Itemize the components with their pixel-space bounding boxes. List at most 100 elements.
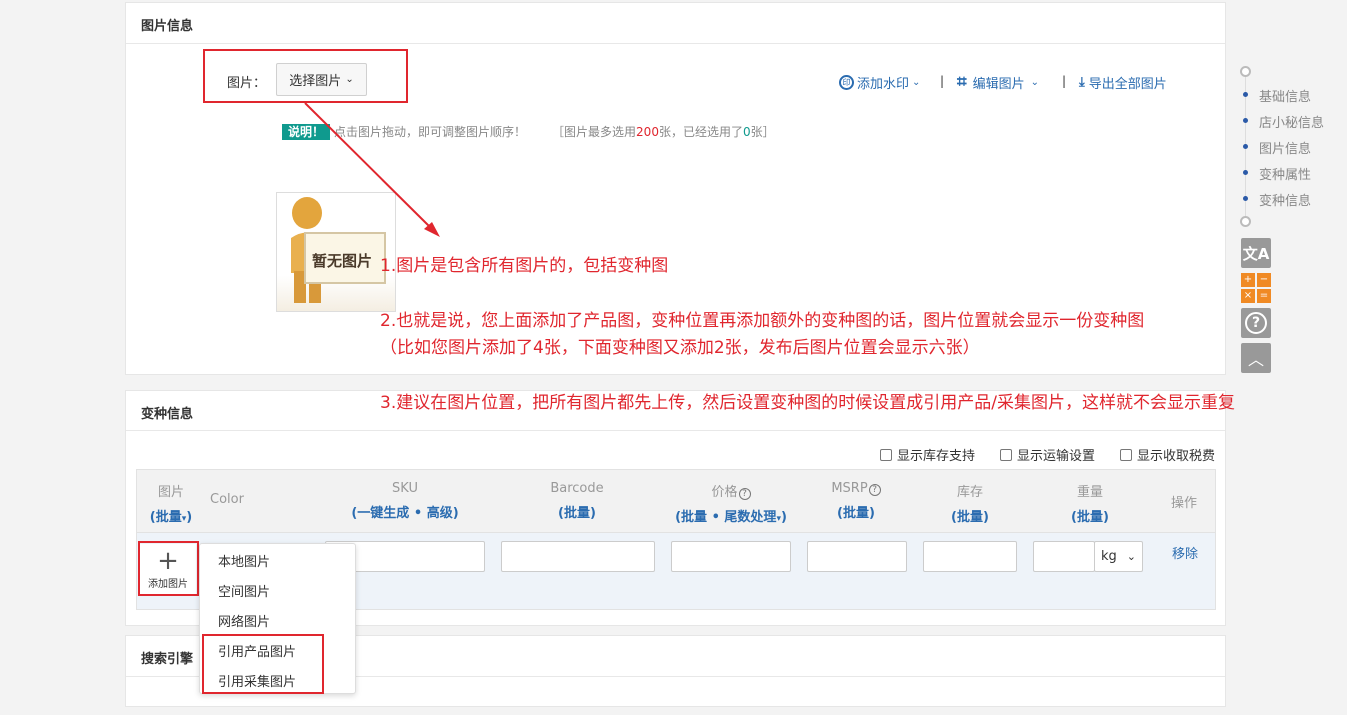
header-msrp-batch[interactable]: (批量) [816, 502, 896, 521]
help-circle-icon[interactable]: ? [738, 488, 751, 500]
show-shipping-settings-checkbox[interactable]: 显示运输设置 [1000, 445, 1095, 464]
checkbox-box [1000, 448, 1012, 461]
header-price-label-wrap: 价格? [711, 485, 751, 500]
header-msrp-label-wrap: MSRP? [831, 481, 881, 496]
show-tax-label: 显示收取税费 [1137, 449, 1216, 464]
show-tax-checkbox[interactable]: 显示收取税费 [1120, 445, 1215, 464]
chevron-down-icon: ⌄ [1030, 76, 1039, 88]
edit-images-label: 编辑图片 [972, 76, 1025, 92]
edit-images-button[interactable]: ⌗ 编辑图片 ⌄ [957, 72, 1039, 92]
one-click-generate-link[interactable]: 一键生成 [357, 506, 409, 521]
variant-info-title: 变种信息 [141, 407, 194, 422]
tail-number-link[interactable]: 尾数处理 [724, 510, 776, 525]
side-nav-image-info[interactable]: 图片信息 [1259, 138, 1311, 157]
annotation-line-2: 2.也就是说，您上面添加了产品图，变种位置再添加额外的变种图的话，图片位置就会显… [380, 311, 1145, 331]
header-weight-batch[interactable]: (批量) [1050, 506, 1130, 525]
image-info-title: 图片信息 [141, 19, 194, 34]
add-watermark-label: 添加水印 [857, 77, 910, 92]
no-image-text: 暂无图片 [312, 252, 373, 270]
header-image: 图片 (批量▾) [140, 481, 202, 525]
limit-text: ［图片最多选用200张，已经选用了0张］ [552, 123, 775, 140]
annotation-line-1: 1.图片是包含所有图片的，包括变种图 [380, 256, 669, 276]
header-stock-label: 库存 [956, 485, 983, 500]
crop-icon: ⌗ [957, 72, 967, 92]
barcode-input[interactable] [501, 541, 655, 572]
batch-link[interactable]: 批量 [156, 510, 182, 525]
download-icon: ⤓ [1079, 75, 1085, 90]
header-sku-label: SKU [392, 481, 418, 496]
help-icon[interactable]: ? [1241, 308, 1271, 338]
header-stock-batch[interactable]: (批量) [930, 506, 1010, 525]
limit-middle: 张，已经选用了 [658, 125, 743, 139]
header-barcode-label: Barcode [550, 481, 604, 496]
back-to-top-icon[interactable]: ︿ [1241, 343, 1271, 373]
header-sku-actions: (一键生成 • 高级) [351, 506, 459, 521]
weight-unit-select[interactable]: kg ⌄ [1094, 541, 1143, 572]
header-color: Color [210, 492, 244, 507]
header-image-label: 图片 [157, 485, 184, 500]
batch-link[interactable]: 批量 [1077, 510, 1103, 525]
side-nav-variant-attributes[interactable]: 变种属性 [1259, 164, 1311, 183]
translate-icon[interactable]: 文A [1241, 238, 1271, 268]
limit-used: 0 [742, 125, 751, 139]
header-image-batch[interactable]: (批量▾) [140, 506, 202, 525]
annotation-line-3: （比如您图片添加了4张，下面变种图又添加2张，发布后图片位置会显示六张） [380, 338, 980, 358]
remove-link[interactable]: 移除 [1172, 543, 1198, 562]
show-stock-support-checkbox[interactable]: 显示库存支持 [880, 445, 975, 464]
msrp-input[interactable] [807, 541, 907, 572]
highlight-add-image [138, 541, 199, 596]
side-nav-dot [1243, 170, 1248, 175]
side-nav-variant-info[interactable]: 变种信息 [1259, 190, 1311, 209]
header-barcode: Barcode (批量) [537, 481, 617, 521]
seo-title: 搜索引擎 [141, 652, 194, 667]
help-circle-icon[interactable]: ? [868, 484, 881, 496]
checkbox-box [880, 448, 892, 461]
price-input[interactable] [671, 541, 791, 572]
header-price-label: 价格 [711, 485, 738, 500]
weight-unit-value: kg [1101, 549, 1117, 564]
add-watermark-button[interactable]: 印 添加水印 ⌄ [839, 73, 920, 92]
watermark-icon: 印 [839, 75, 854, 90]
calculator-icon[interactable]: + − × = [1241, 273, 1271, 303]
header-price: 价格? (批量 • 尾数处理▾) [670, 481, 792, 525]
highlight-select-image [203, 49, 408, 103]
checkbox-box [1120, 448, 1132, 461]
side-nav-dot [1243, 92, 1248, 97]
limit-max: 200 [636, 125, 659, 139]
batch-link[interactable]: 批量 [564, 506, 590, 521]
chevron-down-icon: ⌄ [1126, 550, 1136, 563]
header-barcode-batch[interactable]: (批量) [537, 502, 617, 521]
highlight-reference-options [202, 634, 324, 694]
note-text: 点击图片拖动，即可调整图片顺序！ [334, 125, 527, 139]
header-msrp-label: MSRP [831, 481, 868, 496]
weight-input[interactable] [1033, 541, 1095, 572]
divider [126, 43, 1225, 44]
note-line: 说明！ 点击图片拖动，即可调整图片顺序！ ［图片最多选用200张，已经选用了0张… [282, 123, 775, 140]
toolbar-separator: | [940, 74, 945, 88]
header-price-actions: (批量 • 尾数处理▾) [675, 510, 787, 525]
batch-link[interactable]: 批量 [843, 506, 869, 521]
caret-down-icon: ▾ [776, 514, 781, 524]
side-nav-dot [1243, 144, 1248, 149]
divider [126, 430, 1225, 431]
header-weight: 重量 (批量) [1050, 481, 1130, 525]
chevron-down-icon: ⌄ [912, 77, 921, 88]
stock-input[interactable] [923, 541, 1017, 572]
side-nav-dot [1243, 118, 1248, 123]
advanced-link[interactable]: 高级 [427, 506, 453, 521]
side-nav-dxm-info[interactable]: 店小秘信息 [1259, 112, 1324, 131]
batch-link[interactable]: 批量 [681, 510, 707, 525]
annotation-line-4: 3.建议在图片位置，把所有图片都先上传，然后设置变种图的时候设置成引用产品/采集… [380, 393, 1235, 413]
header-sku: SKU (一键生成 • 高级) [340, 481, 470, 521]
export-all-label: 导出全部图片 [1088, 77, 1167, 92]
limit-suffix: 张］ [750, 125, 775, 139]
batch-link[interactable]: 批量 [957, 510, 983, 525]
no-image-placeholder: 暂无图片 [276, 192, 396, 312]
export-all-images-button[interactable]: ⤓ 导出全部图片 [1079, 73, 1167, 92]
header-action: 操作 [1170, 496, 1197, 511]
header-msrp: MSRP? (批量) [816, 481, 896, 521]
side-nav-basic-info[interactable]: 基础信息 [1259, 86, 1311, 105]
menu-item-local-image[interactable]: 本地图片 [218, 551, 270, 570]
menu-item-network-image[interactable]: 网络图片 [218, 611, 270, 630]
menu-item-space-image[interactable]: 空间图片 [218, 581, 270, 600]
